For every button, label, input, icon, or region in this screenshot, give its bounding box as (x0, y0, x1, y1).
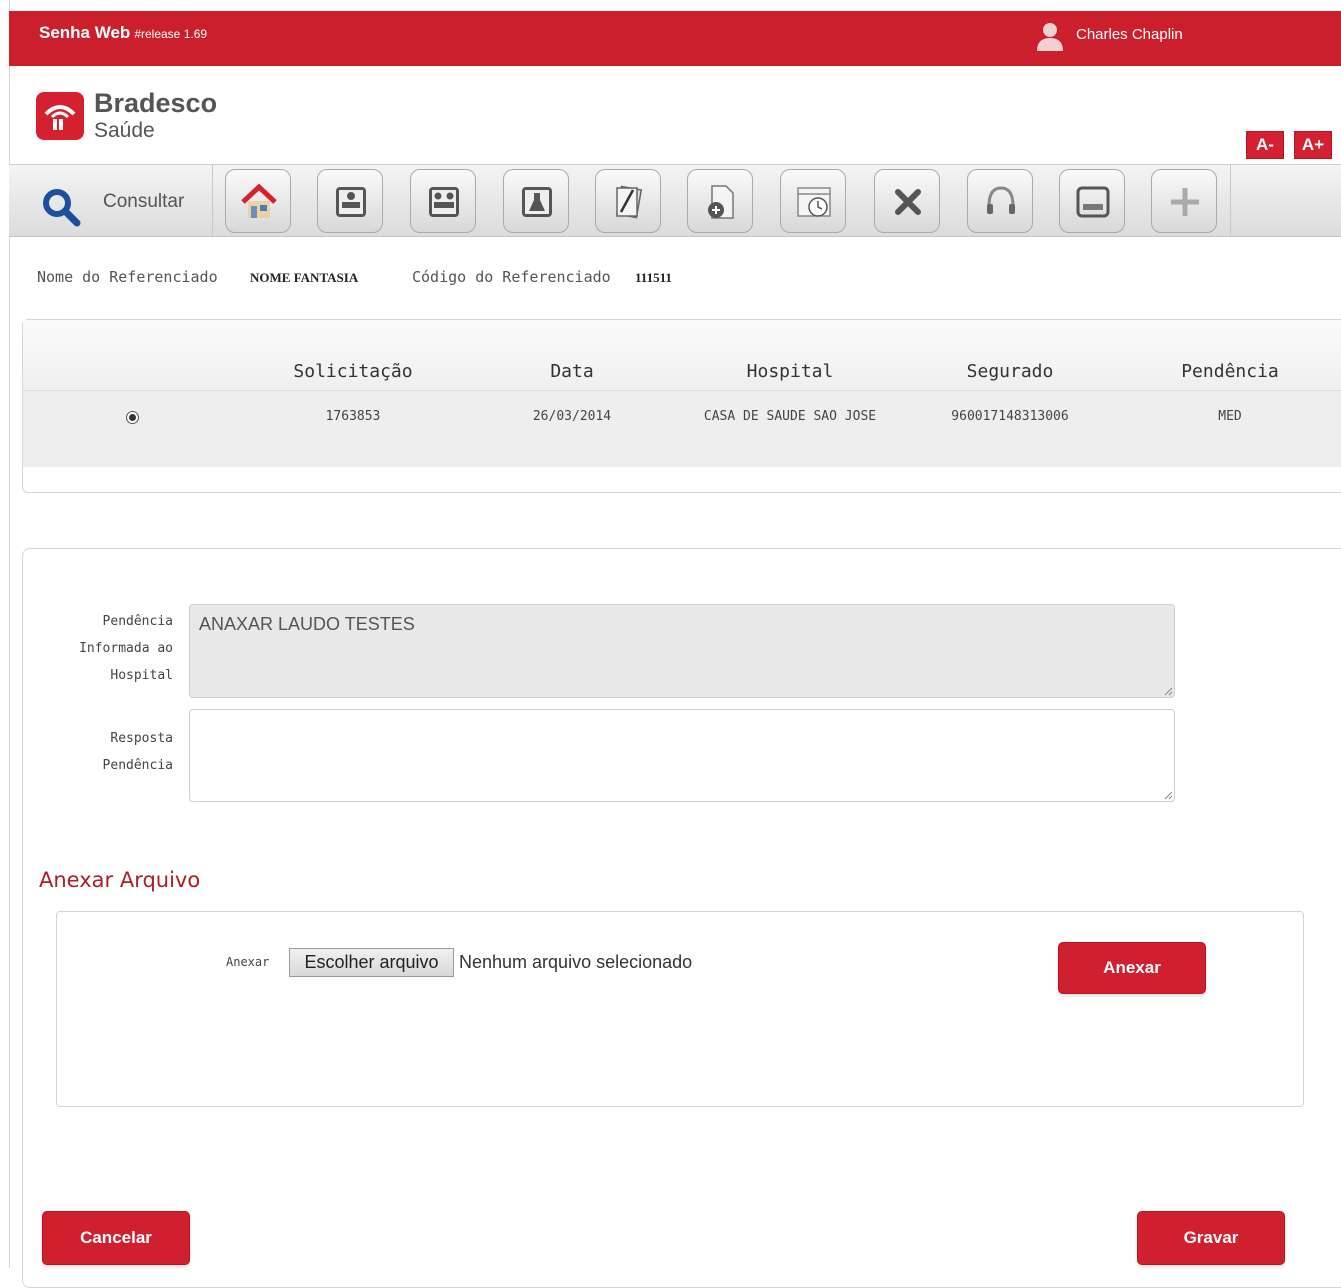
anexar-label: Anexar (226, 955, 270, 969)
column-header-data: Data (550, 361, 594, 382)
logo-sub: Saúde (94, 119, 155, 142)
cancel-button[interactable]: Cancelar (42, 1211, 190, 1265)
documents-icon (615, 185, 643, 219)
anexar-arquivo-title: Anexar Arquivo (39, 868, 201, 892)
cell-solicitacao: 1763853 (325, 409, 381, 424)
column-header-pendencia: Pendência (1181, 361, 1279, 382)
referenciado-name-label: Nome do Referenciado (37, 268, 218, 286)
bradesco-saude-logo: Bradesco Saúde (36, 88, 236, 144)
pendencia-informada-label: Pendência Informada ao Hospital (79, 614, 173, 683)
row-select-radio[interactable] (126, 411, 139, 424)
column-header-solicitacao: Solicitação (293, 361, 413, 382)
column-header-hospital: Hospital (746, 361, 834, 382)
calendar-clock-icon (797, 187, 831, 217)
toolbar-novo-documento-button[interactable] (687, 169, 753, 233)
font-decrease-button[interactable]: A- (1246, 131, 1284, 159)
app-release: #release 1.69 (134, 27, 208, 41)
user-icon (1037, 23, 1063, 51)
headset-icon (987, 186, 1015, 214)
anexar-button[interactable]: Anexar (1058, 942, 1206, 994)
home-icon (241, 183, 277, 218)
hospital-bed-icon (336, 187, 366, 217)
resize-grip-icon[interactable] (1163, 686, 1173, 696)
resposta-pendencia-label: Resposta Pendência (102, 731, 173, 773)
toolbar-agenda-button[interactable] (780, 169, 846, 233)
choose-file-button[interactable]: Escolher arquivo (289, 948, 454, 977)
app-name: Senha Web (39, 23, 131, 42)
resize-grip-icon[interactable] (1163, 790, 1173, 800)
bradesco-logo-icon (36, 92, 84, 140)
toolbar-exames-button[interactable] (503, 169, 569, 233)
app-brand: Senha Web #release 1.69 (39, 23, 207, 43)
save-button[interactable]: Gravar (1137, 1211, 1285, 1265)
cell-pendencia: MED (1218, 409, 1242, 424)
column-header-segurado: Segurado (966, 361, 1054, 382)
main-toolbar: Consultar (9, 164, 1341, 237)
cell-segurado: 960017148313006 (951, 409, 1069, 424)
toolbar-atendimento-button[interactable] (967, 169, 1033, 233)
cell-data: 26/03/2014 (532, 409, 612, 424)
toolbar-divider (212, 165, 213, 236)
search-icon (43, 189, 81, 227)
font-increase-button[interactable]: A+ (1294, 131, 1332, 159)
referenciado-code-label: Código do Referenciado (412, 268, 611, 286)
toolbar-internacao-button[interactable] (317, 169, 383, 233)
toolbar-documentos-button[interactable] (595, 169, 661, 233)
toolbar-divider (1230, 165, 1231, 236)
plus-icon (1171, 188, 1199, 216)
referenciado-code-value: 111511 (635, 270, 672, 285)
window-top-margin (0, 0, 1341, 11)
upload-box (56, 911, 1304, 1107)
cell-hospital: CASA DE SAUDE SAO JOSE (703, 409, 877, 424)
consultar-label: Consultar (103, 191, 185, 212)
tray-icon (1076, 186, 1110, 218)
referenciado-name-value: NOME FANTASIA (250, 270, 359, 285)
file-status-text: Nenhum arquivo selecionado (459, 952, 693, 972)
resposta-pendencia-field[interactable] (189, 709, 1175, 802)
top-bar: Senha Web #release 1.69 Charles Chaplin (9, 11, 1341, 66)
lab-flask-icon (522, 187, 552, 217)
toolbar-mais-button[interactable] (1151, 169, 1217, 233)
user-name: Charles Chaplin (1076, 26, 1183, 43)
patients-icon (429, 187, 459, 217)
toolbar-cancelar-button[interactable] (874, 169, 940, 233)
cancel-icon (895, 189, 921, 215)
toolbar-home-button[interactable] (225, 169, 291, 233)
logo-brand: Bradesco (94, 88, 218, 118)
add-document-icon (708, 185, 734, 219)
toolbar-caixa-button[interactable] (1059, 169, 1125, 233)
pendencia-informada-field[interactable]: ANAXAR LAUDO TESTES (189, 604, 1175, 698)
toolbar-pacientes-button[interactable] (410, 169, 476, 233)
